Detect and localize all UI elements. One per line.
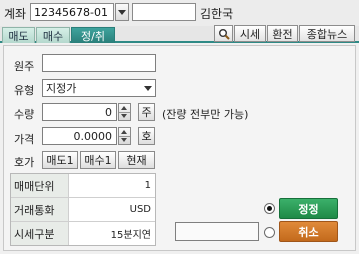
tab-sell[interactable]: 매도: [2, 27, 35, 43]
tab-buy-label: 매수: [42, 29, 64, 43]
quantity-unit-button[interactable]: 주: [138, 103, 155, 121]
account-label: 계좌: [4, 7, 27, 21]
arrow-down-icon: [121, 138, 127, 142]
cancel-radio[interactable]: [264, 227, 275, 238]
tab-sell-label: 매도: [8, 29, 29, 43]
account-dropdown-button[interactable]: [115, 3, 129, 21]
exchange-button-label: 환전: [272, 27, 293, 41]
tab-modify-cancel[interactable]: 정/취: [71, 27, 115, 43]
current-price-button[interactable]: 현재: [118, 151, 155, 169]
price-stepper[interactable]: [118, 127, 131, 145]
current-price-label: 현재: [126, 154, 147, 167]
account-number-field[interactable]: 12345678-01: [30, 3, 114, 21]
info-value: USD: [129, 204, 151, 215]
order-type-dropdown-button[interactable]: [142, 81, 154, 95]
account-number-value: 12345678-01: [34, 6, 108, 19]
account-holder-name: 김한국: [200, 7, 234, 21]
chevron-down-icon: [144, 85, 152, 91]
price-value: 0.0000: [73, 129, 113, 143]
account-bar: 계좌 12345678-01 김한국: [0, 0, 359, 26]
news-button-label: 종합뉴스: [306, 27, 348, 41]
arrow-up-icon: [121, 106, 127, 110]
magnifier-icon: [218, 28, 230, 40]
table-row: 시세구분 15분지연: [11, 222, 155, 246]
info-key: 거래통화: [11, 198, 69, 221]
search-button[interactable]: [214, 25, 233, 42]
info-key: 시세구분: [11, 222, 69, 245]
quantity-unit-label: 주: [141, 106, 152, 119]
info-value: 1: [144, 180, 151, 191]
quantity-input[interactable]: 0: [42, 103, 117, 121]
quote-button[interactable]: 시세: [234, 25, 266, 42]
modify-radio[interactable]: [264, 203, 275, 214]
radio-selected-dot: [267, 206, 272, 211]
price-unit-label: 호: [141, 130, 152, 143]
tab-buy[interactable]: 매수: [36, 27, 70, 43]
quote-row-label: 호가: [14, 156, 35, 169]
price-label: 가격: [14, 133, 35, 146]
chevron-down-icon: [118, 9, 126, 15]
quantity-value: 0: [105, 105, 112, 119]
original-order-input[interactable]: [42, 54, 156, 72]
price-unit-button[interactable]: 호: [138, 127, 155, 145]
info-table: 매매단위 1 거래통화 USD 시세구분 15분지연: [10, 173, 156, 246]
quantity-stepper[interactable]: [118, 103, 131, 121]
price-input[interactable]: 0.0000: [42, 127, 117, 145]
info-key: 매매단위: [11, 174, 69, 197]
original-order-label: 원주: [14, 60, 35, 73]
cancel-button[interactable]: 취소: [279, 221, 338, 242]
info-value: 15분지연: [110, 230, 151, 241]
password-field[interactable]: [132, 3, 196, 21]
tab-modify-cancel-label: 정/취: [81, 29, 105, 43]
order-type-select[interactable]: 지정가: [42, 79, 156, 97]
arrow-down-icon: [121, 114, 127, 118]
buy1-label: 매수1: [84, 154, 112, 167]
news-button[interactable]: 종합뉴스: [299, 25, 355, 42]
quantity-label: 수량: [14, 108, 35, 121]
cancel-button-label: 취소: [298, 225, 319, 239]
order-type-label: 유형: [14, 84, 35, 97]
buy1-button[interactable]: 매수1: [80, 151, 116, 169]
table-row: 매매단위 1: [11, 174, 155, 198]
sell1-button[interactable]: 매도1: [42, 151, 78, 169]
modify-button[interactable]: 정정: [279, 198, 338, 219]
arrow-up-icon: [121, 130, 127, 134]
quantity-note: (잔량 전부만 가능): [162, 108, 249, 121]
cancel-extra-field[interactable]: [175, 222, 259, 241]
table-row: 거래통화 USD: [11, 198, 155, 222]
quote-button-label: 시세: [239, 27, 261, 41]
sell1-label: 매도1: [46, 154, 74, 167]
order-type-value: 지정가: [46, 82, 77, 95]
exchange-button[interactable]: 환전: [267, 25, 298, 42]
modify-button-label: 정정: [298, 202, 319, 216]
